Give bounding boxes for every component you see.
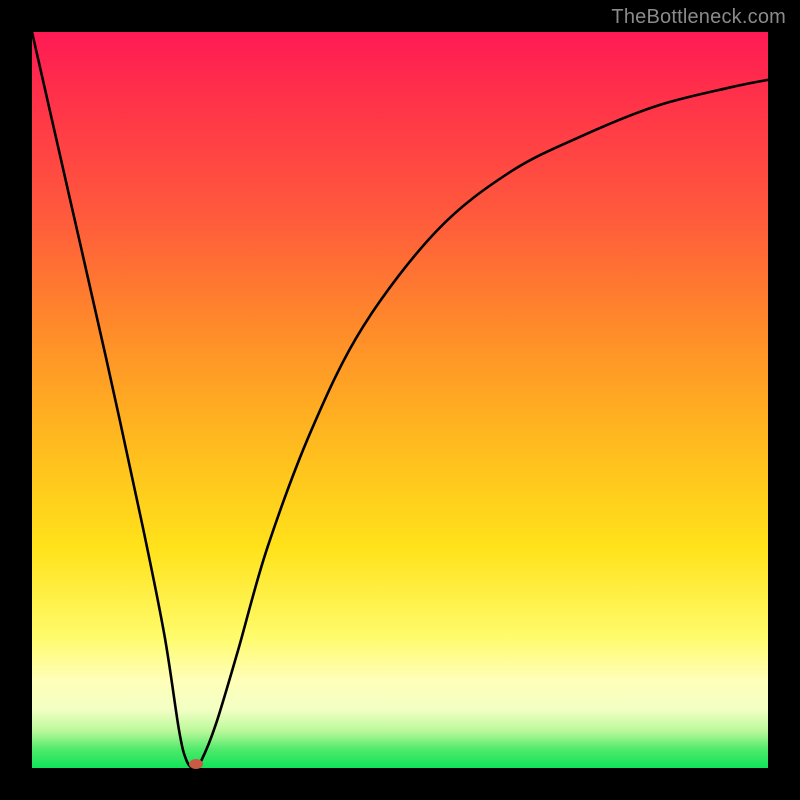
plot-area [32, 32, 768, 768]
watermark-text: TheBottleneck.com [611, 6, 786, 29]
optimal-point-marker [189, 759, 203, 769]
bottleneck-curve [32, 32, 768, 768]
chart-frame: TheBottleneck.com [0, 0, 800, 800]
